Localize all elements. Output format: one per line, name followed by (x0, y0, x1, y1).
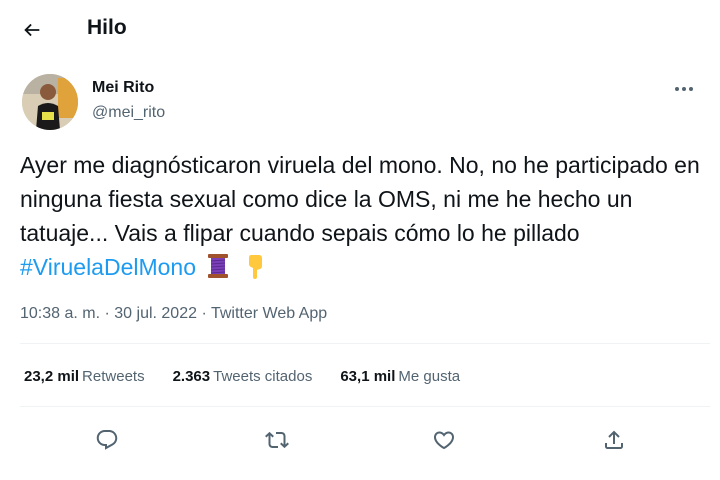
retweet-button[interactable] (257, 420, 297, 460)
more-dots-icon (675, 87, 693, 91)
thread-header: Hilo (0, 0, 720, 58)
meta-separator: · (197, 305, 211, 322)
back-arrow-icon (24, 23, 40, 37)
avatar[interactable] (22, 74, 78, 130)
tweet-time[interactable]: 10:38 a. m. (20, 305, 100, 322)
tweet-meta: 10:38 a. m. · 30 jul. 2022 · Twitter Web… (20, 305, 327, 323)
divider (20, 406, 710, 407)
likes-stat[interactable]: 63,1 mil Me gusta (340, 368, 460, 385)
more-options-button[interactable] (670, 78, 698, 100)
tweet-text: Ayer me diagnósticaron viruela del mono.… (20, 148, 710, 284)
tweet-author: Mei Rito @mei_rito (20, 72, 700, 132)
meta-separator: · (100, 305, 115, 322)
quote-tweets-label: Tweets citados (213, 368, 313, 385)
share-icon (605, 430, 623, 449)
back-button[interactable] (14, 12, 50, 48)
likes-label: Me gusta (398, 368, 461, 385)
share-button[interactable] (594, 420, 634, 460)
retweets-stat[interactable]: 23,2 mil Retweets (24, 368, 145, 385)
like-button[interactable] (424, 420, 464, 460)
retweet-icon (265, 431, 289, 449)
likes-count: 63,1 mil (340, 368, 396, 385)
author-name[interactable]: Mei Rito (92, 79, 154, 97)
tweet-stats: 23,2 mil Retweets 2.363 Tweets citados 63,… (24, 368, 488, 385)
tweet-body: Ayer me diagnósticaron viruela del mono.… (20, 152, 700, 246)
quote-tweets-stat[interactable]: 2.363 Tweets citados (173, 368, 313, 385)
pointing-down-hand-icon (248, 255, 262, 279)
divider (20, 343, 710, 344)
quote-tweets-count: 2.363 (172, 368, 211, 385)
thread-spool-icon (208, 254, 229, 278)
retweets-label: Retweets (82, 368, 145, 385)
tweet-actions (20, 420, 710, 460)
hashtag-link[interactable]: #ViruelaDelMono (20, 254, 196, 280)
reply-button[interactable] (87, 420, 127, 460)
page-title: Hilo (87, 16, 127, 39)
heart-icon (433, 431, 455, 450)
tweet-source[interactable]: Twitter Web App (211, 305, 327, 322)
avatar-photo (22, 74, 78, 130)
reply-icon (96, 430, 118, 450)
author-handle[interactable]: @mei_rito (92, 104, 165, 122)
retweets-count: 23,2 mil (24, 368, 80, 385)
tweet-date[interactable]: 30 jul. 2022 (114, 305, 197, 322)
